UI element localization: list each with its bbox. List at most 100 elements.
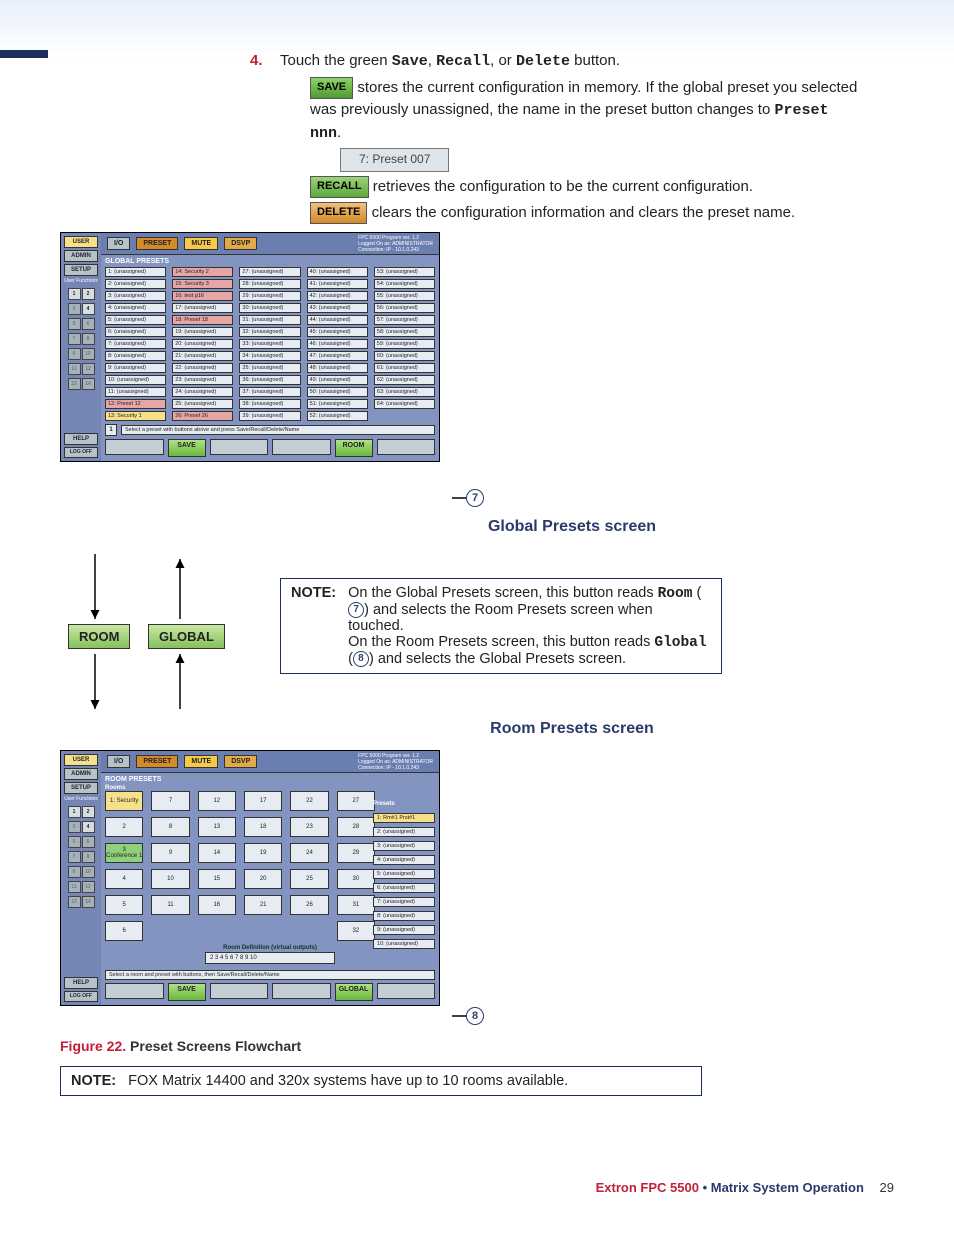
sidebar-setup[interactable]: SETUP	[64, 264, 98, 276]
global-preset-63[interactable]: 63: (unassigned)	[374, 387, 435, 397]
global-preset-22[interactable]: 22: (unassigned)	[172, 363, 233, 373]
room-cell-14[interactable]: 14	[198, 843, 236, 863]
global-preset-31[interactable]: 31: (unassigned)	[239, 315, 300, 325]
global-preset-58[interactable]: 58: (unassigned)	[374, 327, 435, 337]
global-preset-16[interactable]: 16: test p16	[172, 291, 233, 301]
global-preset-13[interactable]: 13: Security 1	[105, 411, 166, 421]
global-preset-55[interactable]: 55: (unassigned)	[374, 291, 435, 301]
room-side-preset-5[interactable]: 5: (unassigned)	[373, 869, 435, 879]
global-preset-51[interactable]: 51: (unassigned)	[307, 399, 368, 409]
room-cell-30[interactable]: 6	[105, 921, 143, 941]
room-cell-5[interactable]: 27	[337, 791, 375, 811]
global-preset-24[interactable]: 24: (unassigned)	[172, 387, 233, 397]
global-preset-18[interactable]: 18: Preset 18	[172, 315, 233, 325]
room-cell-13[interactable]: 9	[151, 843, 189, 863]
sidebar-admin[interactable]: ADMIN	[64, 250, 98, 262]
global-preset-62[interactable]: 62: (unassigned)	[374, 375, 435, 385]
sidebar-logoff-2[interactable]: LOG OFF	[64, 991, 98, 1002]
global-room-button[interactable]: ROOM	[335, 439, 373, 457]
room-cell-8[interactable]: 13	[198, 817, 236, 837]
sidebar-setup-2[interactable]: SETUP	[64, 782, 98, 794]
room-cell-16[interactable]: 24	[290, 843, 328, 863]
toolbar-dsvp[interactable]: DSVP	[224, 237, 257, 250]
room-side-preset-7[interactable]: 7: (unassigned)	[373, 897, 435, 907]
room-cell-1[interactable]: 7	[151, 791, 189, 811]
room-cell-25[interactable]: 11	[151, 895, 189, 915]
room-cell-19[interactable]: 10	[151, 869, 189, 889]
global-preset-33[interactable]: 33: (unassigned)	[239, 339, 300, 349]
global-preset-29[interactable]: 29: (unassigned)	[239, 291, 300, 301]
global-preset-2[interactable]: 2: (unassigned)	[105, 279, 166, 289]
global-preset-56[interactable]: 56: (unassigned)	[374, 303, 435, 313]
global-preset-52[interactable]: 52: (unassigned)	[307, 411, 368, 421]
global-preset-49[interactable]: 49: (unassigned)	[307, 375, 368, 385]
room-side-preset-3[interactable]: 3: (unassigned)	[373, 841, 435, 851]
global-preset-4[interactable]: 4: (unassigned)	[105, 303, 166, 313]
global-preset-40[interactable]: 40: (unassigned)	[307, 267, 368, 277]
toolbar-io-2[interactable]: I/O	[107, 755, 130, 768]
global-preset-48[interactable]: 48: (unassigned)	[307, 363, 368, 373]
room-cell-15[interactable]: 19	[244, 843, 282, 863]
global-preset-61[interactable]: 61: (unassigned)	[374, 363, 435, 373]
room-side-preset-4[interactable]: 4: (unassigned)	[373, 855, 435, 865]
global-preset-47[interactable]: 47: (unassigned)	[307, 351, 368, 361]
global-preset-59[interactable]: 59: (unassigned)	[374, 339, 435, 349]
global-preset-27[interactable]: 27: (unassigned)	[239, 267, 300, 277]
global-preset-3[interactable]: 3: (unassigned)	[105, 291, 166, 301]
global-preset-17[interactable]: 17: (unassigned)	[172, 303, 233, 313]
global-preset-25[interactable]: 25: (unassigned)	[172, 399, 233, 409]
room-cell-2[interactable]: 12	[198, 791, 236, 811]
room-cell-7[interactable]: 8	[151, 817, 189, 837]
room-cell-4[interactable]: 22	[290, 791, 328, 811]
global-preset-35[interactable]: 35: (unassigned)	[239, 363, 300, 373]
toolbar-preset[interactable]: PRESET	[136, 237, 178, 250]
global-preset-5[interactable]: 5: (unassigned)	[105, 315, 166, 325]
room-cell-23[interactable]: 30	[337, 869, 375, 889]
global-preset-43[interactable]: 43: (unassigned)	[307, 303, 368, 313]
room-cell-12[interactable]: 3Conference 1	[105, 843, 143, 863]
room-cell-10[interactable]: 23	[290, 817, 328, 837]
room-cell-3[interactable]: 17	[244, 791, 282, 811]
room-cell-18[interactable]: 4	[105, 869, 143, 889]
room-cell-28[interactable]: 26	[290, 895, 328, 915]
global-preset-53[interactable]: 53: (unassigned)	[374, 267, 435, 277]
room-side-preset-10[interactable]: 10: (unassigned)	[373, 939, 435, 949]
toolbar-io[interactable]: I/O	[107, 237, 130, 250]
sidebar-help[interactable]: HELP	[64, 433, 98, 445]
room-save-button[interactable]: SAVE	[168, 983, 206, 1001]
global-preset-36[interactable]: 36: (unassigned)	[239, 375, 300, 385]
global-preset-26[interactable]: 26: Preset 26	[172, 411, 233, 421]
global-preset-46[interactable]: 46: (unassigned)	[307, 339, 368, 349]
global-preset-37[interactable]: 37: (unassigned)	[239, 387, 300, 397]
room-cell-29[interactable]: 31	[337, 895, 375, 915]
room-cell-22[interactable]: 25	[290, 869, 328, 889]
global-preset-64[interactable]: 64: (unassigned)	[374, 399, 435, 409]
room-cell-17[interactable]: 29	[337, 843, 375, 863]
global-preset-7[interactable]: 7: (unassigned)	[105, 339, 166, 349]
room-cell-0[interactable]: 1: Security	[105, 791, 143, 811]
global-preset-38[interactable]: 38: (unassigned)	[239, 399, 300, 409]
global-preset-39[interactable]: 39: (unassigned)	[239, 411, 300, 421]
global-preset-10[interactable]: 10: (unassigned)	[105, 375, 166, 385]
sidebar-logoff[interactable]: LOG OFF	[64, 447, 98, 458]
room-side-preset-8[interactable]: 8: (unassigned)	[373, 911, 435, 921]
room-global-button[interactable]: GLOBAL	[335, 983, 373, 1001]
global-save-button[interactable]: SAVE	[168, 439, 206, 457]
room-side-preset-2[interactable]: 2: (unassigned)	[373, 827, 435, 837]
global-preset-41[interactable]: 41: (unassigned)	[307, 279, 368, 289]
global-preset-8[interactable]: 8: (unassigned)	[105, 351, 166, 361]
room-cell-9[interactable]: 18	[244, 817, 282, 837]
global-preset-42[interactable]: 42: (unassigned)	[307, 291, 368, 301]
global-preset-15[interactable]: 15: Security 3	[172, 279, 233, 289]
global-preset-45[interactable]: 45: (unassigned)	[307, 327, 368, 337]
global-preset-30[interactable]: 30: (unassigned)	[239, 303, 300, 313]
global-preset-1[interactable]: 1: (unassigned)	[105, 267, 166, 277]
toolbar-dsvp-2[interactable]: DSVP	[224, 755, 257, 768]
room-cell-11[interactable]: 28	[337, 817, 375, 837]
global-preset-23[interactable]: 23: (unassigned)	[172, 375, 233, 385]
global-preset-32[interactable]: 32: (unassigned)	[239, 327, 300, 337]
global-preset-54[interactable]: 54: (unassigned)	[374, 279, 435, 289]
room-cell-20[interactable]: 15	[198, 869, 236, 889]
global-preset-21[interactable]: 21: (unassigned)	[172, 351, 233, 361]
global-preset-6[interactable]: 6: (unassigned)	[105, 327, 166, 337]
